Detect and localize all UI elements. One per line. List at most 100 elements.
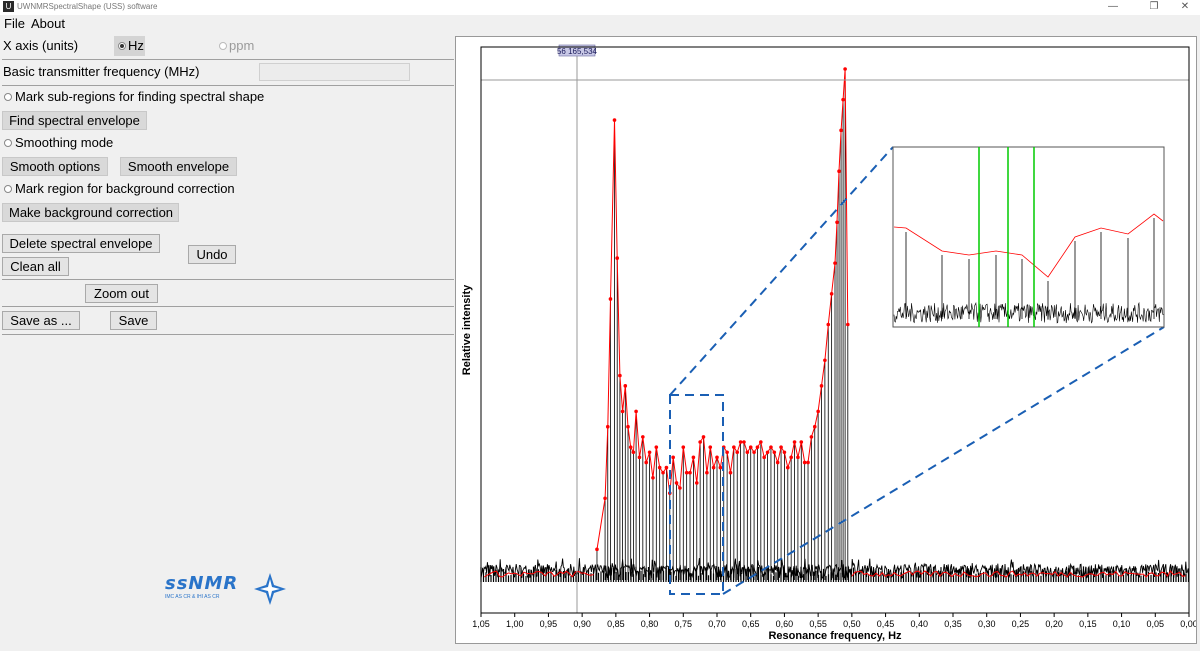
menu-file[interactable]: File: [4, 16, 25, 32]
envelope-point: [688, 470, 692, 475]
mark-background-label[interactable]: Mark region for background correction: [15, 180, 235, 198]
envelope-point: [674, 481, 679, 485]
divider: [2, 306, 454, 307]
smoothing-mode-radio-icon[interactable]: [4, 139, 12, 147]
envelope-point: [681, 445, 686, 449]
x-axis-label: Resonance frequency, Hz: [768, 630, 902, 642]
envelope-point: [634, 409, 638, 414]
smooth-options-button[interactable]: Smooth options: [2, 157, 108, 176]
envelope-point: [819, 384, 824, 388]
save-button[interactable]: Save: [110, 311, 157, 330]
envelope-point: [637, 455, 642, 460]
envelope-point: [835, 220, 839, 225]
hz-label: Hz: [128, 38, 144, 53]
x-tick-label: 0,60: [776, 619, 794, 629]
envelope-point: [772, 450, 777, 455]
mark-subregions-label[interactable]: Mark sub-regions for finding spectral sh…: [15, 88, 264, 106]
envelope-point: [745, 450, 750, 455]
envelope-point: [748, 445, 753, 449]
x-axis-units-label: X axis (units): [3, 38, 79, 53]
basic-frequency-input[interactable]: [259, 63, 410, 81]
star-logo-icon: [254, 573, 286, 605]
envelope-point: [705, 470, 709, 475]
clean-all-button[interactable]: Clean all: [2, 257, 69, 276]
logo-subtext: IMC AS CR & IHI AS CR: [165, 594, 220, 600]
envelope-point: [715, 455, 719, 460]
mark-subregions-radio-icon[interactable]: [4, 93, 12, 101]
envelope-point: [802, 460, 807, 465]
menu-about[interactable]: About: [31, 16, 65, 32]
envelope-point: [809, 435, 814, 439]
inset-frame: [892, 146, 1165, 328]
undo-button[interactable]: Undo: [188, 245, 236, 264]
app-icon: U: [3, 1, 14, 12]
envelope-point: [651, 476, 655, 480]
logo-text: ssNMR: [165, 573, 239, 594]
close-button[interactable]: ✕: [1172, 0, 1198, 15]
envelope-point: [708, 445, 713, 449]
hz-radio-icon[interactable]: [118, 42, 126, 50]
spectrum-chart-panel[interactable]: 56 165,534 1,05 1,00 0,95 0,90 0,85 0,80 0,75 0,…: [455, 36, 1197, 644]
x-tick-label: 0,80: [641, 619, 659, 629]
divider: [2, 334, 454, 335]
menu-bar: File About: [0, 15, 1200, 33]
mark-background-radio-icon[interactable]: [4, 185, 12, 193]
divider: [2, 59, 454, 60]
envelope-point: [664, 465, 669, 470]
envelope-point: [718, 465, 723, 470]
envelope-point: [742, 440, 746, 444]
envelope-point: [698, 440, 702, 444]
envelope-point: [711, 465, 716, 470]
envelope-point: [775, 460, 780, 465]
envelope-point: [841, 97, 845, 102]
zoom-connector-top: [669, 146, 894, 396]
x-tick-label: 1,00: [506, 619, 524, 629]
x-tick-label: 0,75: [675, 619, 693, 629]
envelope-point: [732, 445, 736, 449]
y-axis-label: Relative intensity: [461, 284, 473, 375]
make-background-correction-button[interactable]: Make background correction: [2, 203, 179, 222]
envelope-point: [620, 409, 625, 414]
envelope-point: [786, 465, 790, 470]
smoothing-mode-label[interactable]: Smoothing mode: [15, 134, 113, 152]
maximize-button[interactable]: ❐: [1141, 0, 1167, 15]
envelope-point: [833, 261, 837, 265]
envelope-point: [701, 435, 706, 439]
envelope-point: [839, 128, 843, 133]
envelope-point: [735, 450, 740, 455]
envelope-point: [829, 292, 834, 296]
x-tick-label: 0,15: [1079, 619, 1097, 629]
x-tick-label: 0,85: [607, 619, 625, 629]
envelope-point: [782, 450, 787, 455]
envelope-point: [759, 440, 763, 444]
envelope-point: [728, 470, 733, 475]
envelope-point: [843, 67, 847, 71]
find-spectral-envelope-button[interactable]: Find spectral envelope: [2, 111, 147, 130]
envelope-point: [837, 169, 841, 173]
spectrum-chart[interactable]: 56 165,534 1,05 1,00 0,95 0,90 0,85 0,80 0,75 0,…: [456, 37, 1196, 643]
envelope-point: [608, 297, 613, 301]
x-tick-label: 0,95: [540, 619, 558, 629]
ppm-radio-icon[interactable]: [219, 42, 227, 50]
envelope-point: [671, 455, 675, 460]
smooth-envelope-button[interactable]: Smooth envelope: [120, 157, 237, 176]
inset-magnification: [892, 146, 1165, 328]
delete-spectral-envelope-button[interactable]: Delete spectral envelope: [2, 234, 160, 253]
zoom-out-button[interactable]: Zoom out: [85, 284, 158, 303]
save-as-button[interactable]: Save as ...: [2, 311, 80, 330]
envelope-point: [623, 384, 628, 388]
x-tick-label: 0,10: [1113, 619, 1131, 629]
envelope-point: [806, 460, 810, 465]
control-panel: X axis (units) Hz ppm Basic transmitter …: [0, 33, 455, 651]
envelope-point: [595, 547, 599, 552]
envelope-point: [846, 322, 850, 327]
hz-radio-option[interactable]: Hz: [114, 36, 145, 56]
minimize-button[interactable]: —: [1100, 0, 1126, 15]
envelope-point: [612, 118, 617, 122]
x-tick-label: 0,55: [809, 619, 827, 629]
envelope-point: [826, 322, 831, 327]
envelope-point: [626, 424, 630, 429]
envelope-point: [641, 435, 645, 439]
envelope-point: [605, 424, 610, 429]
ppm-label[interactable]: ppm: [229, 37, 254, 55]
